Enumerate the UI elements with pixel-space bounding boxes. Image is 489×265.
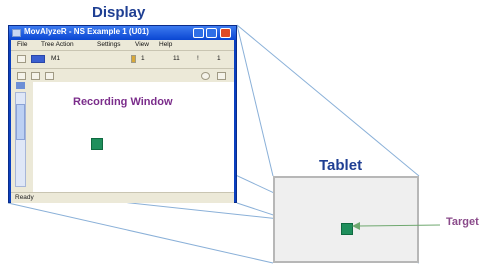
target-label: Target: [446, 216, 479, 228]
target-arrow: [352, 222, 441, 230]
